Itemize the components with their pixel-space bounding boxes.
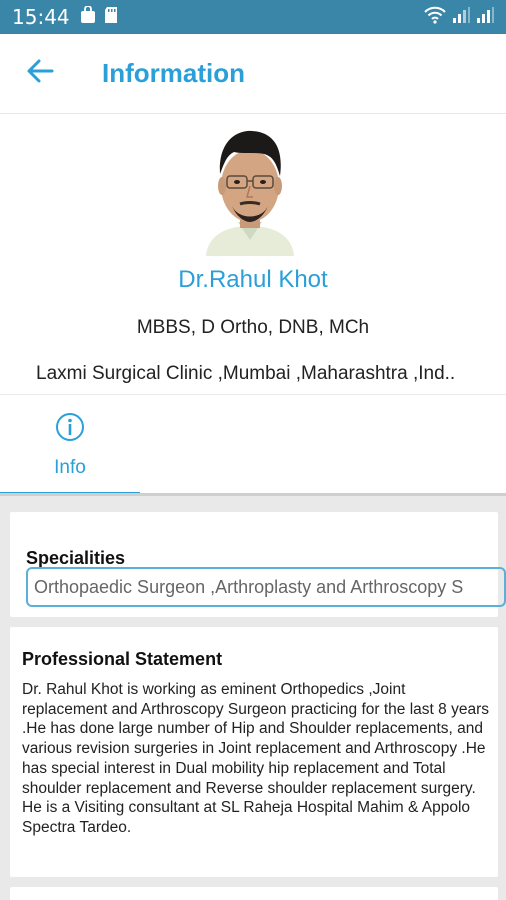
bag-icon [80,4,96,29]
specialities-field[interactable]: Orthopaedic Surgeon ,Arthroplasty and Ar… [26,567,506,607]
app-bar: Information [0,34,506,114]
next-card [10,887,498,900]
tab-info-label: Info [54,457,86,478]
doctor-photo [198,122,302,256]
clinic-address: Laxmi Surgical Clinic ,Mumbai ,Maharasht… [36,363,456,384]
doctor-name: Dr.Rahul Khot [178,266,328,293]
doctor-degrees: MBBS, D Ortho, DNB, MCh [136,317,370,338]
back-button[interactable] [0,34,80,114]
specialities-value: Orthopaedic Surgeon ,Arthroplasty and Ar… [34,576,464,597]
tab-bar: Info [0,394,506,497]
specialities-card: Specialities Orthopaedic Surgeon ,Arthro… [10,512,506,617]
status-bar: 15:44 [0,0,506,34]
status-time: 15:44 [12,5,70,29]
wifi-icon [424,6,446,29]
sd-card-icon [104,6,118,29]
signal-icon [476,6,494,29]
signal-icon [452,6,470,29]
professional-statement-card: Professional Statement Dr. Rahul Khot is… [10,627,498,877]
tab-info[interactable]: Info [0,395,140,497]
professional-statement-title: Professional Statement [22,649,223,669]
arrow-left-icon [26,57,54,90]
page-title: Information [102,58,245,88]
specialities-title: Specialities [26,548,126,568]
doctor-profile: Dr.Rahul Khot MBBS, D Ortho, DNB, MCh La… [0,114,506,394]
content-area[interactable]: Specialities Orthopaedic Surgeon ,Arthro… [0,496,506,900]
professional-statement-text: Dr. Rahul Khot is working as eminent Ort… [22,681,489,836]
info-circle-icon [55,412,85,447]
